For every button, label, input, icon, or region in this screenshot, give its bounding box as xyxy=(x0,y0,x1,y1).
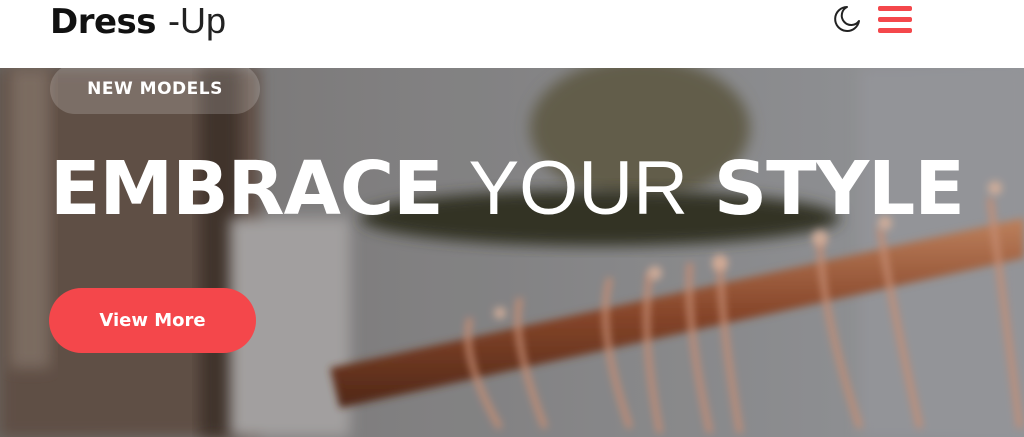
hamburger-menu-icon-bar xyxy=(878,6,912,11)
hero-background-image xyxy=(0,68,1024,437)
hamburger-menu-icon-bar xyxy=(878,17,912,22)
site-logo[interactable]: Dress -Up xyxy=(50,0,226,44)
hero-headline: EMBRACE YOUR STYLE xyxy=(50,144,965,234)
new-models-badge: NEW MODELS xyxy=(50,68,260,114)
view-more-button[interactable]: View More xyxy=(49,288,256,353)
logo-bold-text: Dress xyxy=(50,2,157,42)
headline-word-embrace: EMBRACE xyxy=(50,146,444,232)
hero-banner: NEW MODELS EMBRACE YOUR STYLE View More xyxy=(0,68,1024,437)
theme-toggle-button[interactable] xyxy=(832,4,862,34)
site-header: Dress -Up xyxy=(0,0,1024,68)
headline-word-your: YOUR xyxy=(468,146,689,231)
hamburger-menu-icon-bar xyxy=(878,28,912,33)
hamburger-menu-button[interactable] xyxy=(876,5,914,35)
logo-light-text: -Up xyxy=(168,0,227,41)
moon-icon xyxy=(834,6,860,32)
headline-word-style: STYLE xyxy=(713,146,965,232)
